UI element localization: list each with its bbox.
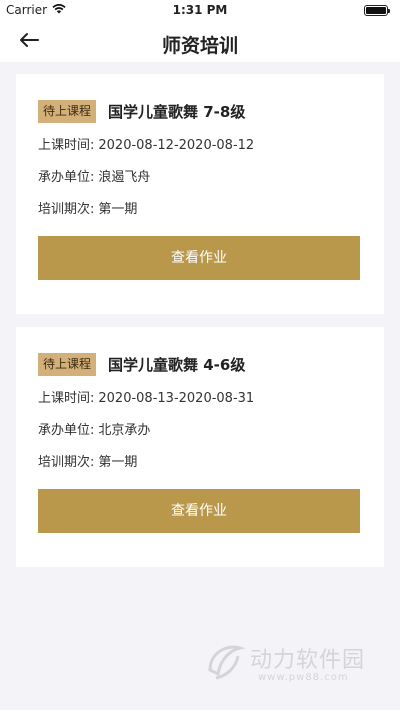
- org-label: 承办单位:: [38, 423, 95, 438]
- status-time: 1:31 PM: [172, 3, 228, 17]
- course-period-row: 培训期次: 第一期: [38, 200, 362, 220]
- battery-tip: [388, 9, 390, 13]
- course-card: 待上课程 国学儿童歌舞 4-6级 上课时间: 2020-08-13-2020-0…: [16, 327, 384, 567]
- navigation-bar: 师资培训: [0, 22, 400, 62]
- course-header: 待上课程 国学儿童歌舞 4-6级: [38, 351, 362, 377]
- time-label: 上课时间:: [38, 391, 95, 406]
- time-label: 上课时间:: [38, 138, 95, 153]
- period-value: 第一期: [98, 455, 138, 470]
- battery-level: [366, 7, 386, 14]
- course-title: 国学儿童歌舞 7-8级: [108, 102, 246, 121]
- status-badge: 待上课程: [38, 99, 97, 123]
- status-badge: 待上课程: [38, 352, 97, 376]
- time-value: 2020-08-12-2020-08-12: [98, 138, 255, 153]
- view-homework-button[interactable]: 查看作业: [38, 236, 360, 280]
- status-bar: Carrier 1:31 PM: [0, 0, 400, 22]
- org-label: 承办单位:: [38, 170, 95, 185]
- watermark-text: 动力软件园: [250, 648, 366, 673]
- view-homework-button[interactable]: 查看作业: [38, 489, 360, 533]
- org-value: 浪遏飞舟: [98, 170, 151, 185]
- period-label: 培训期次:: [38, 455, 95, 470]
- course-period-row: 培训期次: 第一期: [38, 453, 362, 473]
- time-value: 2020-08-13-2020-08-31: [98, 391, 255, 406]
- watermark-logo-icon: [202, 640, 246, 684]
- course-title: 国学儿童歌舞 4-6级: [108, 355, 246, 374]
- watermark-url: www.pw88.com: [258, 672, 349, 683]
- course-header: 待上课程 国学儿童歌舞 7-8级: [38, 98, 362, 124]
- watermark: 动力软件园 www.pw88.com: [202, 636, 382, 692]
- battery-icon: [364, 5, 390, 16]
- course-org-row: 承办单位: 浪遏飞舟: [38, 168, 362, 188]
- course-card: 待上课程 国学儿童歌舞 7-8级 上课时间: 2020-08-12-2020-0…: [16, 74, 384, 314]
- period-value: 第一期: [98, 202, 138, 217]
- page-title: 师资培训: [161, 35, 238, 57]
- period-label: 培训期次:: [38, 202, 95, 217]
- org-value: 北京承办: [98, 423, 151, 438]
- course-time-row: 上课时间: 2020-08-13-2020-08-31: [38, 389, 362, 409]
- course-org-row: 承办单位: 北京承办: [38, 421, 362, 441]
- course-time-row: 上课时间: 2020-08-12-2020-08-12: [38, 136, 362, 156]
